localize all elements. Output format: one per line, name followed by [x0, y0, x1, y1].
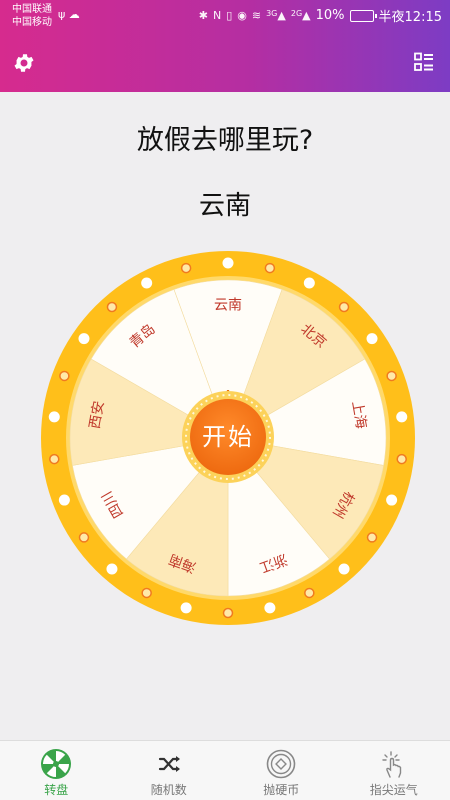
list-icon — [414, 52, 433, 71]
bottom-nav: 转盘 随机数 抛硬币 指尖运气 — [0, 740, 450, 800]
status-bar: 中国联通 中国移动 ψ ☁ ✱ N ▯ ◉ ≋ 3G▲ 2G▲ 10% 半夜12… — [0, 0, 450, 36]
rim-light — [141, 277, 153, 289]
rim-light — [49, 453, 60, 465]
finger-tap-icon — [382, 751, 401, 778]
carrier-info: 中国联通 中国移动 — [12, 3, 52, 29]
bluetooth-icon: ✱ — [198, 9, 208, 22]
rim-light — [366, 532, 378, 543]
list-menu-button[interactable] — [412, 50, 436, 74]
shuffle-icon — [158, 756, 180, 772]
coin-icon — [266, 749, 296, 779]
nav-label-wheel: 转盘 — [44, 783, 69, 797]
wheel-icon — [41, 749, 72, 779]
rim-light — [106, 563, 118, 575]
rim-light — [386, 370, 397, 382]
nav-item-finger[interactable]: 指尖运气 — [338, 741, 450, 800]
signal-icon-1: 3G▲ — [266, 9, 286, 22]
result-text: 云南 — [198, 191, 251, 221]
rim-light — [264, 262, 276, 274]
rim-light — [222, 607, 234, 619]
app-bar — [0, 36, 450, 92]
rim-light — [78, 333, 90, 345]
battery-icon — [349, 9, 377, 22]
rim-light — [106, 301, 118, 313]
vibrate-icon: ▯ — [226, 9, 233, 22]
wheel-segment-label: 云南 — [214, 297, 242, 313]
status-right: ✱ N ▯ ◉ ≋ 3G▲ 2G▲ 10% 半夜12:15 — [199, 6, 442, 25]
rim-light — [303, 277, 315, 289]
spin-button[interactable]: 开始 — [181, 386, 275, 484]
gear-icon — [14, 54, 34, 72]
carrier-2: 中国移动 — [12, 17, 52, 28]
usb-icon: ψ — [58, 8, 66, 21]
rim-light — [59, 370, 70, 382]
nav-label-finger: 指尖运气 — [369, 783, 418, 797]
question-title: 放假去哪里玩? — [136, 125, 314, 156]
spin-label: 开始 — [202, 423, 254, 451]
rim-light — [141, 587, 152, 599]
nav-label-random: 随机数 — [150, 783, 187, 797]
clock: 半夜12:15 — [378, 10, 442, 25]
wifi-icon: ≋ — [251, 9, 262, 22]
rim-light — [396, 453, 407, 465]
nav-item-wheel[interactable]: 转盘 — [0, 741, 113, 800]
rim-light — [180, 602, 192, 614]
rim-light — [338, 301, 350, 313]
settings-button[interactable] — [12, 51, 36, 75]
rim-light — [338, 563, 350, 575]
rim-light — [264, 602, 276, 614]
rim-light — [396, 411, 408, 423]
rim-light — [366, 333, 378, 345]
nav-label-coin: 抛硬币 — [263, 783, 300, 797]
rim-light — [304, 587, 315, 599]
rim-light — [48, 411, 60, 423]
rim-light — [58, 494, 70, 506]
notification-icon: ☁ — [68, 8, 80, 21]
status-left-icons: ψ ☁ — [58, 8, 80, 21]
battery-percent: 10% — [315, 8, 345, 23]
signal-icon-2: 2G▲ — [290, 9, 311, 22]
rim-light — [78, 532, 90, 543]
rim-light — [386, 494, 398, 506]
nav-item-random[interactable]: 随机数 — [113, 741, 226, 800]
rim-light — [180, 262, 192, 274]
nav-item-coin[interactable]: 抛硬币 — [225, 741, 338, 800]
eye-icon: ◉ — [237, 9, 247, 22]
nfc-icon: N — [212, 9, 222, 22]
rim-light — [222, 257, 234, 269]
carrier-1: 中国联通 — [12, 4, 52, 15]
